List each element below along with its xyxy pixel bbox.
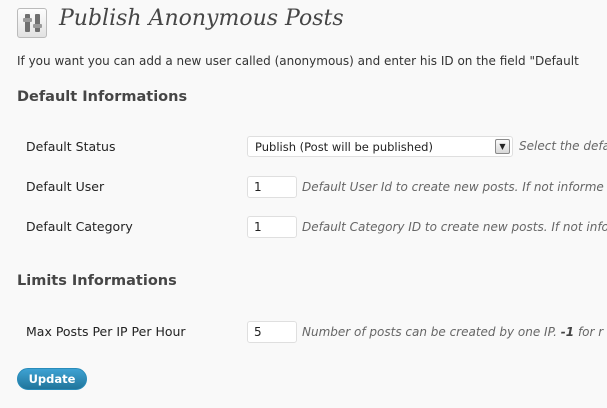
slider-bar (25, 14, 30, 32)
max-posts-hint: Number of posts can be created by one IP… (302, 325, 603, 339)
default-user-input[interactable] (247, 176, 297, 198)
max-posts-input[interactable] (247, 321, 297, 343)
max-posts-hint-strong: -1 (560, 325, 575, 339)
update-button[interactable]: Update (17, 368, 87, 390)
default-status-value: Publish (Post will be published) (255, 140, 433, 154)
default-status-hint: Select the defa (519, 139, 607, 153)
intro-text: If you want you can add a new user calle… (17, 54, 579, 68)
default-status-select[interactable]: Publish (Post will be published) ▼ (247, 136, 513, 157)
section-title-limits: Limits Informations (17, 273, 177, 289)
max-posts-hint-text: Number of posts can be created by one IP… (302, 325, 561, 339)
chevron-down-icon[interactable]: ▼ (495, 139, 510, 154)
settings-sliders-icon (17, 8, 47, 38)
default-user-hint: Default User Id to create new posts. If … (302, 180, 604, 194)
default-category-input[interactable] (247, 216, 297, 238)
slider-knob (33, 24, 42, 28)
max-posts-label: Max Posts Per IP Per Hour (26, 324, 186, 339)
slider-knob (23, 18, 32, 22)
default-status-label: Default Status (26, 139, 116, 154)
default-category-label: Default Category (26, 219, 133, 234)
default-category-hint: Default Category ID to create new posts.… (302, 220, 607, 234)
max-posts-hint-tail: for r (574, 325, 604, 339)
slider-bar (35, 14, 40, 32)
page-title: Publish Anonymous Posts (59, 6, 344, 31)
section-title-defaults: Default Informations (17, 89, 188, 105)
default-user-label: Default User (26, 179, 105, 194)
